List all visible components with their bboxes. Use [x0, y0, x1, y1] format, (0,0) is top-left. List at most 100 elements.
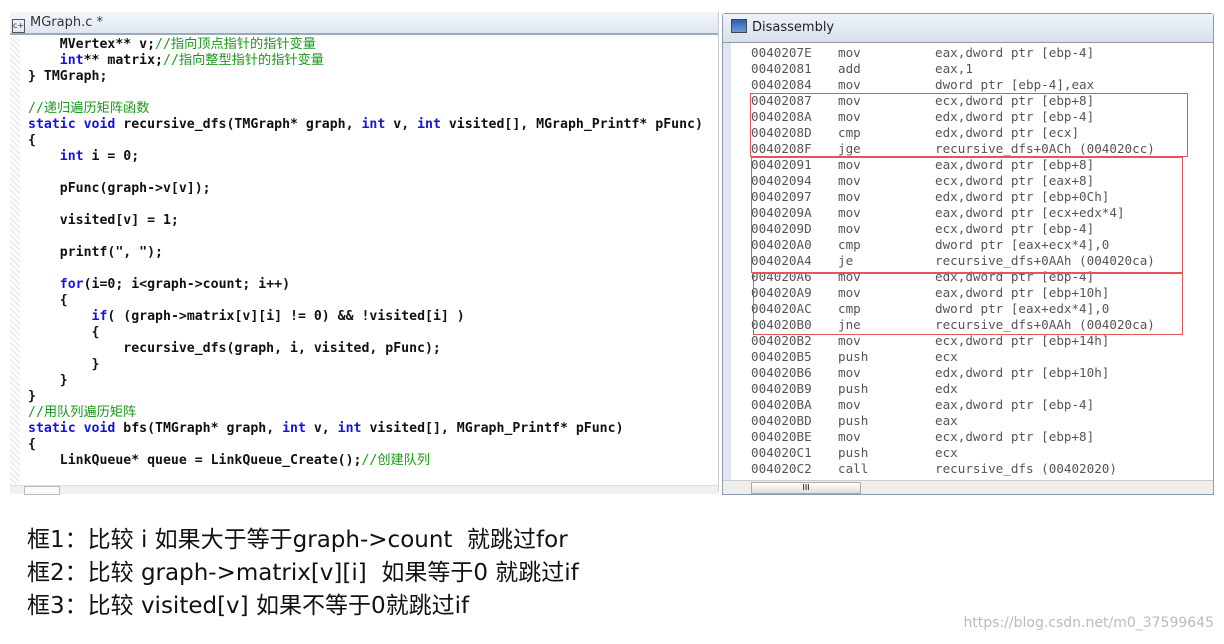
disassembly-horizontal-scrollbar[interactable]: III [723, 480, 1213, 494]
mnemonic: jne [838, 317, 861, 332]
operands: edx,dword ptr [ebp+10h] [935, 365, 1110, 380]
operands: edx,dword ptr [ecx] [935, 125, 1080, 140]
disassembly-row[interactable]: 00402087 mov ecx,dword ptr [ebp+8] [751, 93, 1191, 109]
comment: //指向顶点指针的指针变量 [155, 37, 316, 52]
address: 00402084 [751, 77, 812, 92]
operands: recursive_dfs (00402020) [935, 461, 1117, 476]
disassembly-row[interactable]: 004020B5 push ecx [751, 349, 1191, 365]
mnemonic: mov [838, 45, 861, 60]
code-text: MVertex** v; [28, 37, 156, 52]
keyword: int [282, 421, 306, 436]
disassembly-row[interactable]: 004020BA mov eax,dword ptr [ebp-4] [751, 397, 1191, 413]
operands: ecx,dword ptr [eax+8] [935, 173, 1095, 188]
disassembly-row[interactable]: 0040209A mov eax,dword ptr [ecx+edx*4] [751, 205, 1191, 221]
disassembly-row[interactable]: 00402081 add eax,1 [751, 61, 1191, 77]
editor-horizontal-scrollbar[interactable] [10, 485, 718, 495]
operands: edx [935, 381, 958, 396]
code-text: } [28, 357, 100, 372]
operands: recursive_dfs+0ACh (004020cc) [935, 141, 1155, 156]
keyword: int [59, 149, 84, 164]
code-text: i = 0; [83, 149, 140, 164]
address: 004020A6 [751, 269, 812, 284]
code-line: int** matrix;//指向整型指针的指针变量 [28, 53, 703, 69]
keyword: int [417, 117, 441, 132]
mnemonic: add [838, 61, 861, 76]
code-line: { [28, 133, 703, 149]
disassembly-icon [731, 19, 747, 33]
watermark: https://blog.csdn.net/m0_37599645 [963, 615, 1214, 631]
mnemonic: mov [838, 365, 861, 380]
operands: ecx [935, 445, 958, 460]
disassembly-row[interactable]: 0040208A mov edx,dword ptr [ebp-4] [751, 109, 1191, 125]
code-line: { [28, 325, 703, 341]
scroll-thumb[interactable] [24, 486, 60, 495]
operands: eax,dword ptr [ebp-4] [935, 397, 1095, 412]
operands: eax,dword ptr [ecx+edx*4] [935, 205, 1125, 220]
mnemonic: jge [838, 141, 861, 156]
disassembly-window: Disassembly 0040207E mov eax,dword ptr [eb… [722, 13, 1214, 495]
mnemonic: push [838, 349, 869, 364]
code-line: MVertex** v;//指向顶点指针的指针变量 [28, 37, 703, 53]
code-line: { [28, 437, 703, 453]
disassembly-row[interactable]: 004020A0 cmp dword ptr [eax+ecx*4],0 [751, 237, 1191, 253]
mnemonic: mov [838, 397, 861, 412]
disassembly-row[interactable]: 0040208F jge recursive_dfs+0ACh (004020cc) [751, 141, 1191, 157]
editor-tab[interactable]: c+ MGraph.c * [10, 12, 718, 35]
disassembly-row[interactable]: 00402084 mov dword ptr [ebp-4],eax [751, 77, 1191, 93]
address: 004020B2 [751, 333, 812, 348]
operands: eax,dword ptr [ebp-4] [935, 45, 1095, 60]
disassembly-row[interactable]: 004020B9 push edx [751, 381, 1191, 397]
disassembly-listing[interactable]: 0040207E mov eax,dword ptr [ebp-4] 00402081… [751, 45, 1191, 477]
operands: ecx,dword ptr [ebp+8] [935, 429, 1095, 444]
note-box-1: 框1：比较 i 如果大于等于graph->count 就跳过for [27, 527, 568, 553]
code-text: LinkQueue* queue = LinkQueue_Create(); [28, 453, 362, 468]
code-line: //用队列遍历矩阵 [28, 405, 703, 421]
disassembly-row[interactable]: 0040207E mov eax,dword ptr [ebp-4] [751, 45, 1191, 61]
disassembly-row[interactable]: 004020B2 mov ecx,dword ptr [ebp+14h] [751, 333, 1191, 349]
address: 004020A0 [751, 237, 812, 252]
keyword: int [361, 117, 386, 132]
address: 004020B9 [751, 381, 812, 396]
disassembly-row[interactable]: 0040209D mov ecx,dword ptr [ebp-4] [751, 221, 1191, 237]
code-text: v, [385, 117, 418, 132]
disassembly-row[interactable]: 00402097 mov edx,dword ptr [ebp+0Ch] [751, 189, 1191, 205]
mnemonic: mov [838, 109, 861, 124]
scroll-thumb[interactable]: III [751, 482, 861, 494]
operands: dword ptr [ebp-4],eax [935, 77, 1095, 92]
keyword: int [59, 53, 84, 68]
disassembly-row[interactable]: 004020A9 mov eax,dword ptr [ebp+10h] [751, 285, 1191, 301]
operands: dword ptr [eax+edx*4],0 [935, 301, 1110, 316]
disassembly-row[interactable]: 004020B6 mov edx,dword ptr [ebp+10h] [751, 365, 1191, 381]
disassembly-row[interactable]: 004020C1 push ecx [751, 445, 1191, 461]
disassembly-row[interactable]: 00402094 mov ecx,dword ptr [eax+8] [751, 173, 1191, 189]
disassembly-row[interactable]: 00402091 mov eax,dword ptr [ebp+8] [751, 157, 1191, 173]
address: 0040208D [751, 125, 812, 140]
operands: recursive_dfs+0AAh (004020ca) [935, 253, 1155, 268]
operands: ecx,dword ptr [ebp+8] [935, 93, 1095, 108]
note-box-2: 框2：比较 graph->matrix[v][i] 如果等于0 就跳过if [27, 560, 579, 586]
disassembly-row[interactable]: 004020A4 je recursive_dfs+0AAh (004020ca) [751, 253, 1191, 269]
address: 004020A4 [751, 253, 812, 268]
mnemonic: call [838, 461, 869, 476]
disassembly-row[interactable]: 004020A6 mov edx,dword ptr [ebp-4] [751, 269, 1191, 285]
code-area[interactable]: MVertex** v;//指向顶点指针的指针变量 int** matrix;/… [28, 37, 703, 469]
disassembly-row[interactable]: 004020B0 jne recursive_dfs+0AAh (004020ca) [751, 317, 1191, 333]
keyword: static void [28, 117, 116, 132]
disassembly-row[interactable]: 0040208D cmp edx,dword ptr [ecx] [751, 125, 1191, 141]
mnemonic: push [838, 381, 869, 396]
disassembly-row[interactable]: 004020BD push eax [751, 413, 1191, 429]
disassembly-row[interactable]: 004020AC cmp dword ptr [eax+edx*4],0 [751, 301, 1191, 317]
code-line: } TMGraph; [28, 69, 703, 85]
address: 00402081 [751, 61, 812, 76]
keyword: if [91, 309, 108, 324]
address: 004020A9 [751, 285, 812, 300]
disassembly-row[interactable]: 004020BE mov ecx,dword ptr [ebp+8] [751, 429, 1191, 445]
code-line: static void bfs(TMGraph* graph, int v, i… [28, 421, 703, 437]
disassembly-row[interactable]: 004020C2 call recursive_dfs (00402020) [751, 461, 1191, 477]
disassembly-title-bar: Disassembly [723, 14, 1213, 43]
